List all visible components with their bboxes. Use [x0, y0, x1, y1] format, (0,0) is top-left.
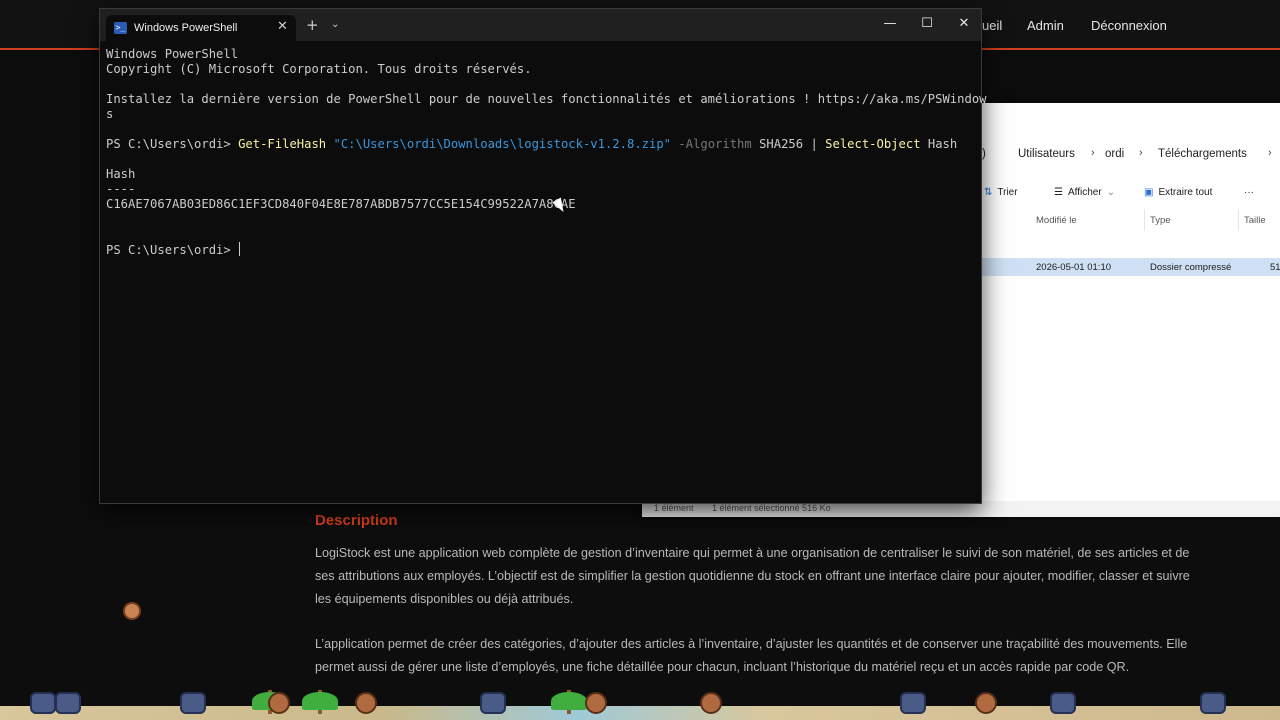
cannon-sprite — [480, 692, 506, 714]
sort-button[interactable]: ⇅ Trier — [984, 187, 1018, 198]
terminal-output[interactable]: Windows PowerShell Copyright (C) Microso… — [106, 47, 987, 258]
file-modified: 2026-05-01 01:10 — [1036, 262, 1112, 273]
cannon-sprite — [1200, 692, 1226, 714]
file-type: Dossier compressé — [1150, 262, 1232, 273]
close-tab-icon[interactable]: ✕ — [277, 19, 288, 34]
text-cursor — [239, 242, 241, 256]
extract-icon: ▣ — [1144, 187, 1154, 198]
sort-label: Trier — [997, 187, 1018, 198]
extract-label: Extraire tout — [1158, 187, 1213, 198]
chevron-right-icon: › — [1139, 147, 1143, 159]
description-heading: Description — [315, 512, 398, 529]
file-row-selected[interactable]: 2026-05-01 01:10 Dossier compressé 51 — [982, 258, 1280, 276]
ps-header-title: Windows PowerShell — [106, 47, 239, 61]
cookie-sprite — [975, 692, 997, 714]
output-rule: ---- — [106, 182, 136, 196]
chevron-down-icon: ⌄ — [1106, 187, 1116, 198]
breadcrumb-root[interactable]: ) — [982, 148, 986, 160]
new-tab-button[interactable]: + — [306, 16, 319, 34]
view-label: Afficher — [1067, 187, 1102, 198]
maximize-button[interactable]: ☐ — [915, 15, 939, 35]
chevron-right-icon: › — [1268, 147, 1272, 159]
minimize-button[interactable]: — — [878, 15, 902, 35]
tab-windows-powershell[interactable]: >_ Windows PowerShell ✕ — [106, 15, 296, 41]
ps-prompt: PS C:\Users\ordi> — [106, 137, 239, 151]
column-size[interactable]: Taille — [1244, 215, 1266, 226]
output-header: Hash — [106, 167, 136, 181]
palm-tree-sprite — [302, 692, 338, 710]
pirate-sprite — [55, 692, 81, 714]
column-modified[interactable]: Modifié le — [1036, 215, 1077, 226]
cookie-sprite — [123, 602, 141, 620]
cmd-pipe: | — [810, 137, 818, 151]
cmd-algorithm-param: -Algorithm — [678, 137, 752, 151]
extract-all-button[interactable]: ▣ Extraire tout — [1144, 187, 1212, 198]
cannon-sprite — [900, 692, 926, 714]
status-item-count: 1 élément — [654, 503, 694, 513]
hash-value: C16AE7067AB03ED86C1EF3CD840F04E8E787ABDB… — [106, 197, 576, 211]
palm-tree-sprite — [551, 692, 587, 710]
column-divider — [1144, 209, 1145, 231]
tab-title: Windows PowerShell — [134, 22, 238, 34]
cookie-sprite — [585, 692, 607, 714]
powershell-icon: >_ — [114, 22, 127, 34]
ps-install-notice-wrap: s — [106, 107, 114, 121]
chevron-down-icon[interactable]: ⌄ — [331, 19, 339, 30]
breadcrumb-ordi[interactable]: ordi — [1105, 148, 1124, 160]
cannon-sprite — [180, 692, 206, 714]
close-window-button[interactable]: ✕ — [952, 15, 976, 35]
pixel-art-footer — [0, 660, 1280, 720]
more-icon: ··· — [1244, 187, 1254, 198]
powershell-titlebar[interactable]: >_ Windows PowerShell ✕ + ⌄ — ☐ ✕ — [100, 9, 981, 41]
breadcrumb-downloads[interactable]: Téléchargements — [1158, 148, 1247, 160]
description-paragraph-1: LogiStock est une application web complè… — [315, 546, 1190, 606]
nav-home-link[interactable]: ueil — [982, 18, 1002, 33]
cookie-sprite — [355, 692, 377, 714]
pirate-sprite — [30, 692, 56, 714]
cookie-sprite — [700, 692, 722, 714]
ps-prompt-current: PS C:\Users\ordi> — [106, 243, 239, 257]
chevron-right-icon: › — [1091, 147, 1095, 159]
ps-copyright: Copyright (C) Microsoft Corporation. Tou… — [106, 62, 532, 76]
cmd-path-argument: "C:\Users\ordi\Downloads\logistock-v1.2.… — [333, 137, 672, 151]
sort-icon: ⇅ — [984, 187, 993, 198]
view-icon: ☰ — [1054, 187, 1063, 198]
column-divider — [1238, 209, 1239, 231]
nav-admin-link[interactable]: Admin — [1027, 18, 1064, 33]
ps-install-notice: Installez la dernière version de PowerSh… — [106, 92, 987, 106]
file-size: 51 — [1270, 262, 1280, 273]
view-button[interactable]: ☰ Afficher ⌄ — [1054, 187, 1115, 198]
cmd-select-object: Select-Object — [825, 137, 921, 151]
breadcrumb-users[interactable]: Utilisateurs — [1018, 148, 1075, 160]
cannon-sprite — [1050, 692, 1076, 714]
column-type[interactable]: Type — [1150, 215, 1171, 226]
powershell-window: >_ Windows PowerShell ✕ + ⌄ — ☐ ✕ Window… — [99, 8, 987, 504]
cookie-sprite — [268, 692, 290, 714]
cmd-select-argument: Hash — [927, 137, 958, 151]
cmd-algorithm-value: SHA256 — [759, 137, 804, 151]
cmd-get-filehash: Get-FileHash — [238, 137, 327, 151]
nav-logout-link[interactable]: Déconnexion — [1091, 18, 1167, 33]
status-selection: 1 élément sélectionné 516 Ko — [712, 503, 831, 513]
more-options-button[interactable]: ··· — [1244, 187, 1254, 198]
